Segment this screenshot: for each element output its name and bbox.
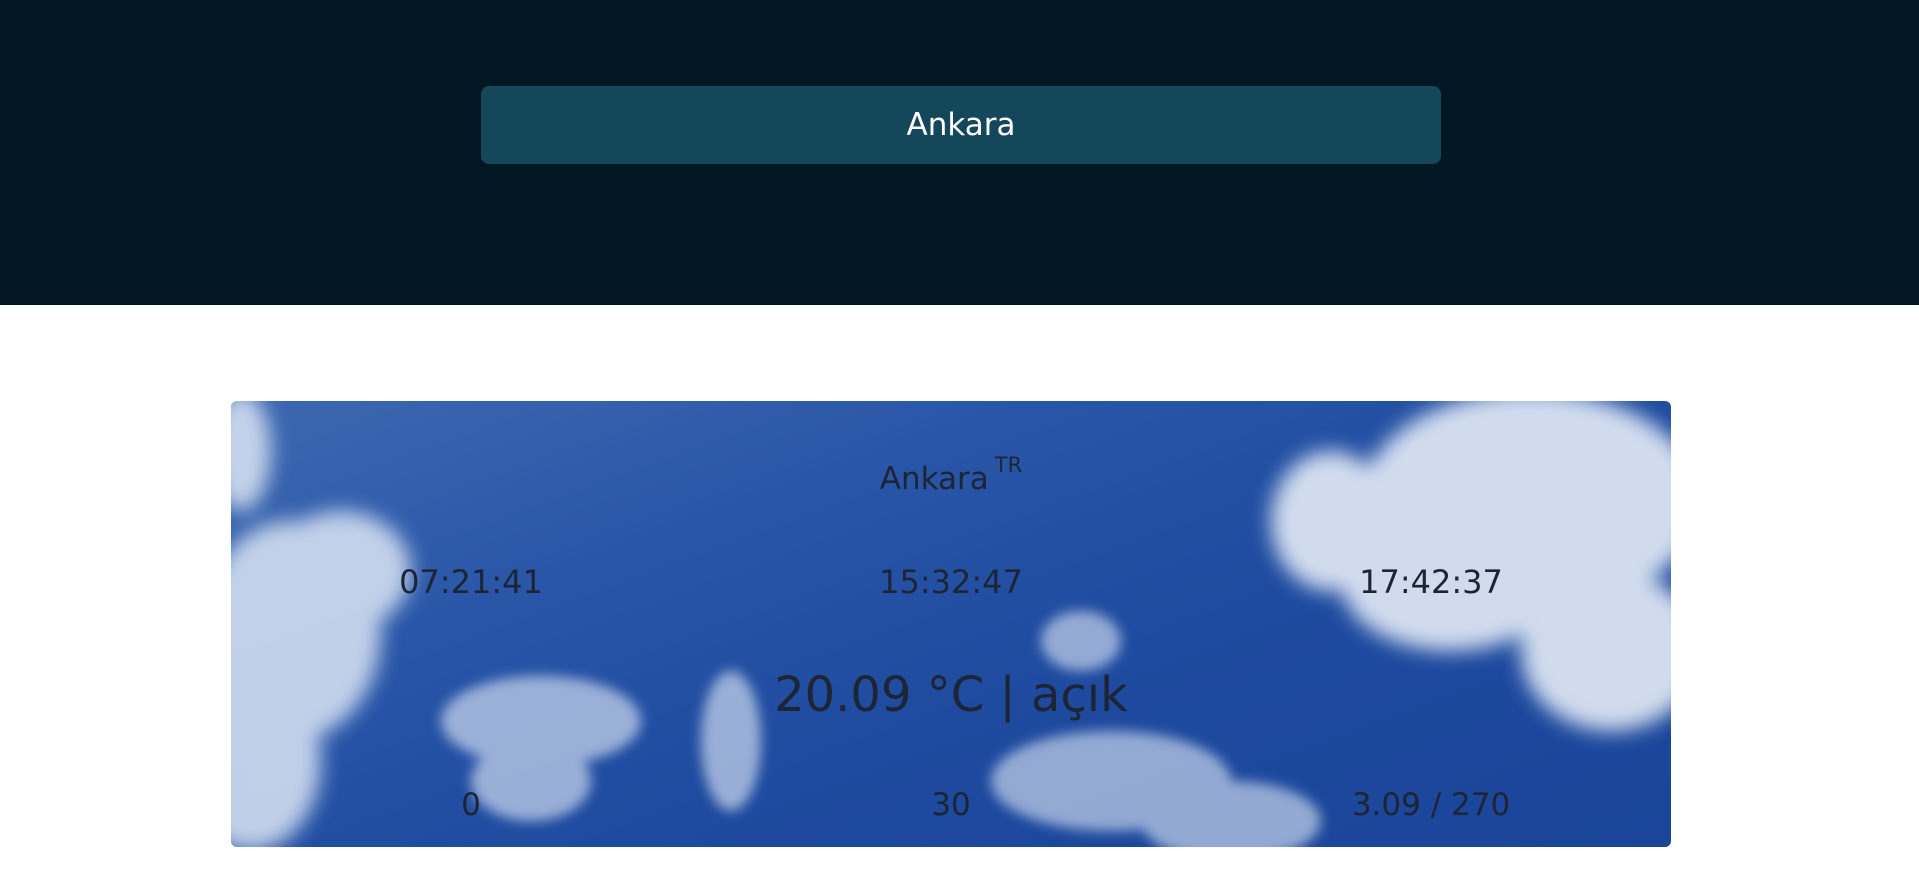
city-search-input[interactable] (481, 86, 1441, 164)
sunrise-time: 07:21:41 (399, 563, 543, 601)
city-title: Ankara TR (879, 453, 1022, 497)
country-code: TR (994, 453, 1023, 477)
stat-middle: 30 (931, 787, 971, 823)
wind-speed-direction: 3.09 / 270 (1351, 787, 1511, 823)
city-name: Ankara (879, 461, 989, 497)
stat-left: 0 (461, 787, 481, 823)
header (0, 0, 1919, 305)
weather-card: Ankara TR 07:21:41 15:32:47 17:42:37 20.0… (231, 401, 1671, 847)
temperature-description: 20.09 °C | açık (774, 667, 1128, 723)
current-time: 15:32:47 (879, 563, 1023, 601)
sunset-time: 17:42:37 (1359, 563, 1503, 601)
